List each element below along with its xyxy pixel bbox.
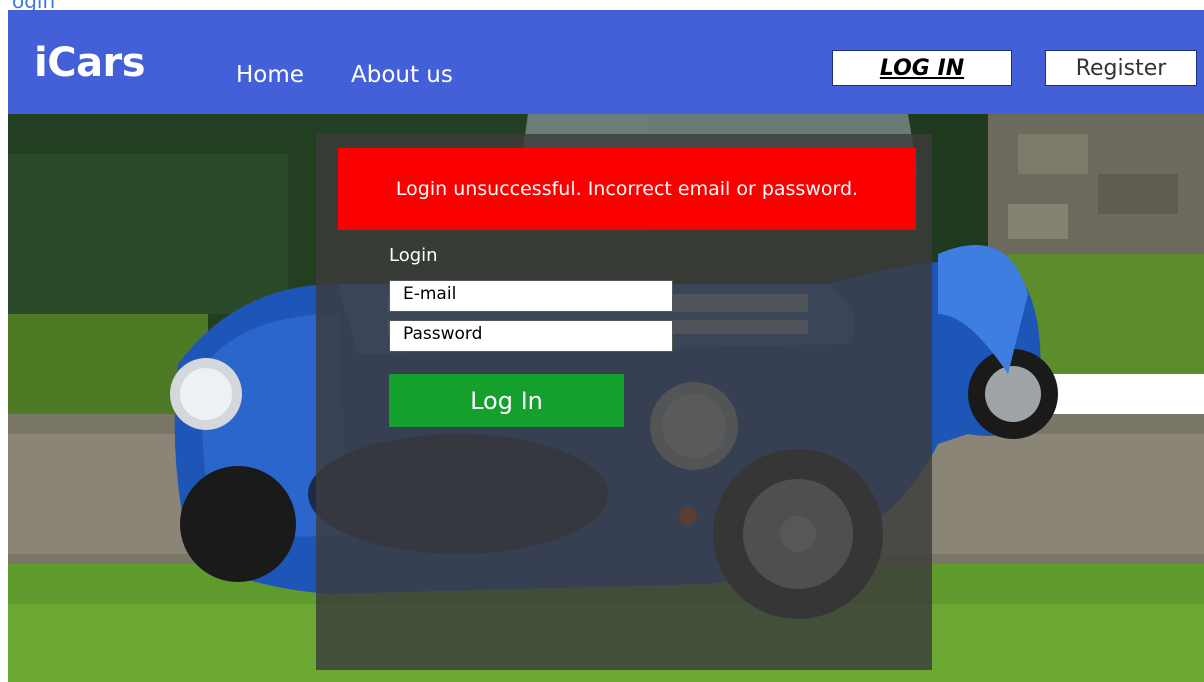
nav-login-button[interactable]: LOG IN <box>832 50 1012 86</box>
login-error-alert: Login unsuccessful. Incorrect email or p… <box>338 148 916 230</box>
login-submit-button[interactable]: Log In <box>389 374 624 427</box>
brand-logo[interactable]: iCars <box>34 40 146 86</box>
navbar: iCars Home About us LOG IN Register <box>8 10 1204 114</box>
password-input[interactable]: Password <box>389 320 673 352</box>
nav-home-link[interactable]: Home <box>236 62 304 88</box>
login-form-title: Login <box>389 245 438 266</box>
nav-about-link[interactable]: About us <box>351 62 453 88</box>
email-input[interactable]: E-mail <box>389 280 673 312</box>
hero-background: Login unsuccessful. Incorrect email or p… <box>8 114 1204 682</box>
nav-register-button[interactable]: Register <box>1045 50 1197 86</box>
login-panel: Login unsuccessful. Incorrect email or p… <box>316 134 932 670</box>
